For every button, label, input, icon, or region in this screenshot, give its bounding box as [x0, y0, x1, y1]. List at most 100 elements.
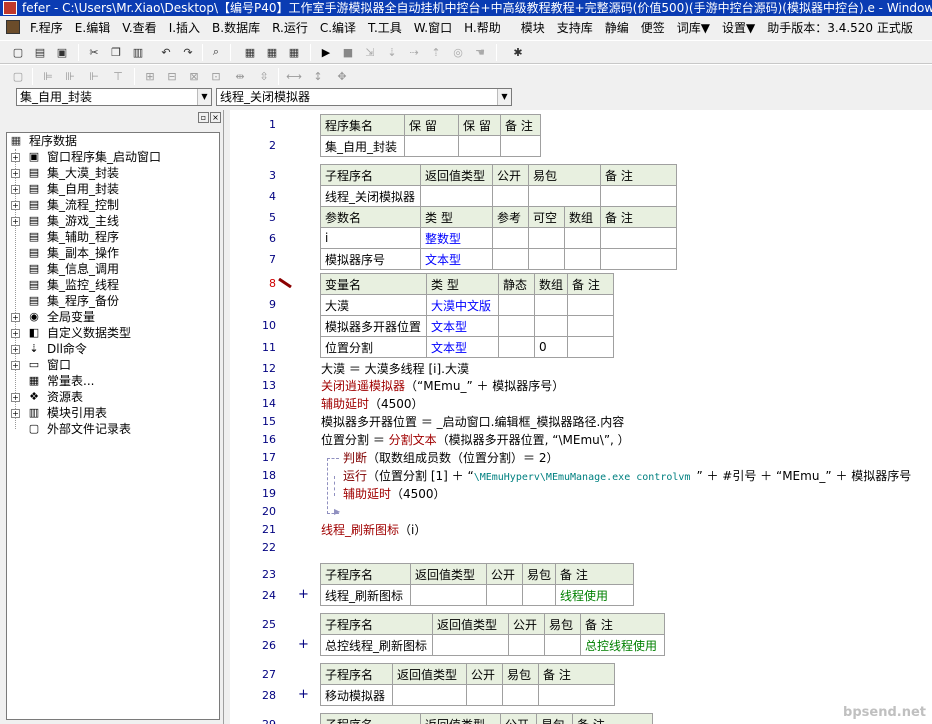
center-v-icon[interactable]: ⇳: [256, 68, 272, 84]
cell[interactable]: [492, 227, 529, 249]
var-name-cell[interactable]: 位置分割: [320, 336, 427, 358]
cell[interactable]: [528, 248, 565, 270]
expand-icon[interactable]: +: [11, 201, 20, 210]
cell[interactable]: [492, 248, 529, 270]
tree-item[interactable]: ▤ 集_监控_线程: [7, 277, 219, 293]
expand-icon[interactable]: +: [11, 185, 20, 194]
pin-icon[interactable]: ▫: [198, 112, 209, 123]
code-line-19[interactable]: 辅助延时（4500）: [343, 486, 446, 502]
cell[interactable]: [544, 634, 581, 656]
layout3-icon[interactable]: ▦: [286, 44, 302, 60]
align-top-icon[interactable]: ⊤: [110, 68, 126, 84]
menu-window[interactable]: W.窗口: [408, 16, 458, 40]
var-name-cell[interactable]: 大漠: [320, 294, 427, 316]
cell[interactable]: [528, 227, 565, 249]
var-type-cell[interactable]: 大漠中文版: [426, 294, 499, 316]
break-icon[interactable]: ◎: [450, 44, 466, 60]
same-width-icon[interactable]: ⊠: [186, 68, 202, 84]
step-out-icon[interactable]: ⇡: [428, 44, 444, 60]
align-center-icon[interactable]: ⊪: [62, 68, 78, 84]
document-icon[interactable]: [6, 20, 20, 34]
param-name-cell[interactable]: 模拟器序号: [320, 248, 421, 270]
cell[interactable]: [458, 135, 501, 157]
tree-item[interactable]: + ▤ 集_自用_封装: [7, 181, 219, 197]
cell[interactable]: [498, 294, 535, 316]
code-editor[interactable]: 1 2 3 4 5 6 7 8 9 10 11 12 13 14 15 16 17 18 19 20 21 22 23 24 2…: [230, 110, 932, 724]
step-into-icon[interactable]: ⇣: [384, 44, 400, 60]
new-file-icon[interactable]: ▢: [10, 44, 26, 60]
code-line-12[interactable]: 大漠 ＝ 大漠多线程 [i].大漠: [321, 361, 469, 377]
cell[interactable]: [498, 315, 535, 337]
tree-item[interactable]: ▦ 常量表...: [7, 373, 219, 389]
cell[interactable]: [466, 684, 503, 706]
step-over-icon[interactable]: ⇢: [406, 44, 422, 60]
menu-help[interactable]: H.帮助: [458, 16, 507, 40]
cell[interactable]: [498, 336, 535, 358]
param-name-cell[interactable]: i: [320, 227, 421, 249]
menu-insert[interactable]: I.插入: [163, 16, 206, 40]
menu-module[interactable]: 模块: [515, 16, 551, 40]
cell[interactable]: [392, 684, 467, 706]
cell[interactable]: [567, 315, 615, 337]
tree-item[interactable]: + ◧ 自定义数据类型: [7, 325, 219, 341]
layout2-icon[interactable]: ▦: [264, 44, 280, 60]
tree-item[interactable]: + ▤ 集_游戏_主线: [7, 213, 219, 229]
cell[interactable]: [533, 315, 569, 337]
tree-item[interactable]: ▤ 集_程序_备份: [7, 293, 219, 309]
note-cell[interactable]: 总控线程使用: [580, 634, 665, 656]
note-cell[interactable]: 线程使用: [555, 584, 635, 606]
space-v-icon[interactable]: ⊟: [164, 68, 180, 84]
code-line-18[interactable]: 运行（位置分割 [1] ＋ “\MEmuHyperv\MEmuManage.ex…: [343, 468, 911, 486]
menu-support-lib[interactable]: 支持库: [551, 16, 599, 40]
tree-item[interactable]: ▢ 外部文件记录表: [7, 421, 219, 437]
chevron-down-icon[interactable]: ▼: [497, 89, 511, 105]
space-h-icon[interactable]: ⊞: [142, 68, 158, 84]
cell[interactable]: [432, 634, 509, 656]
subroutine-name-cell[interactable]: 线程_关闭模拟器: [320, 185, 421, 207]
code-line-13[interactable]: 关闭逍遥模拟器（“MEmu_” ＋ 模拟器序号）: [321, 378, 564, 394]
cell[interactable]: [420, 185, 493, 207]
menu-compile[interactable]: C.编译: [314, 16, 362, 40]
project-tree[interactable]: ▦ 程序数据 + ▣ 窗口程序集_启动窗口 + ▤ 集_大漠_封装 + ▤ 集_自用_封装 + ▤ 集…: [6, 132, 220, 720]
cell[interactable]: [567, 336, 615, 358]
tree-item[interactable]: ▤ 集_辅助_程序: [7, 229, 219, 245]
cell[interactable]: [404, 135, 459, 157]
step-icon[interactable]: ⇲: [362, 44, 378, 60]
menu-notes[interactable]: 便签: [635, 16, 671, 40]
param-type-cell[interactable]: 整数型: [420, 227, 493, 249]
menu-lexicon[interactable]: 词库▼: [671, 16, 716, 40]
expand-icon[interactable]: +: [298, 587, 309, 602]
height-icon[interactable]: ↕: [310, 68, 326, 84]
tree-item[interactable]: ▤ 集_副本_操作: [7, 245, 219, 261]
redo-icon[interactable]: ↷: [180, 44, 196, 60]
var-name-cell[interactable]: 模拟器多开器位置: [320, 315, 427, 337]
subroutine-selector[interactable]: 线程_关闭模拟器 ▼: [216, 88, 512, 106]
menu-view[interactable]: V.查看: [116, 16, 162, 40]
menu-static-compile[interactable]: 静编: [599, 16, 635, 40]
chevron-down-icon[interactable]: ▼: [197, 89, 211, 105]
copy-icon[interactable]: ❐: [108, 44, 124, 60]
size-icon[interactable]: ✥: [334, 68, 350, 84]
code-line-17[interactable]: 判断（取数组成员数（位置分割）＝ 2）: [343, 450, 558, 466]
class-selector[interactable]: 集_自用_封装 ▼: [16, 88, 212, 106]
expand-icon[interactable]: +: [298, 687, 309, 702]
tree-item[interactable]: + ▥ 模块引用表: [7, 405, 219, 421]
same-height-icon[interactable]: ⊡: [208, 68, 224, 84]
tree-item[interactable]: + ❖ 资源表: [7, 389, 219, 405]
subroutine-name-cell[interactable]: 总控线程_刷新图标: [320, 634, 433, 656]
cell[interactable]: [600, 185, 677, 207]
cell[interactable]: [533, 294, 569, 316]
run-icon[interactable]: ▶: [318, 44, 334, 60]
cut-icon[interactable]: ✂: [86, 44, 102, 60]
width-icon[interactable]: ⟷: [286, 68, 302, 84]
find-icon[interactable]: ⌕: [208, 44, 224, 60]
paste-icon[interactable]: ▥: [130, 44, 146, 60]
expand-icon[interactable]: +: [11, 329, 20, 338]
save-icon[interactable]: ▣: [54, 44, 70, 60]
code-line-21[interactable]: 线程_刷新图标（i）: [321, 522, 426, 538]
close-icon[interactable]: ×: [210, 112, 221, 123]
menu-settings[interactable]: 设置▼: [716, 16, 761, 40]
expand-icon[interactable]: +: [11, 345, 20, 354]
cell[interactable]: [492, 185, 529, 207]
open-folder-icon[interactable]: ▤: [32, 44, 48, 60]
